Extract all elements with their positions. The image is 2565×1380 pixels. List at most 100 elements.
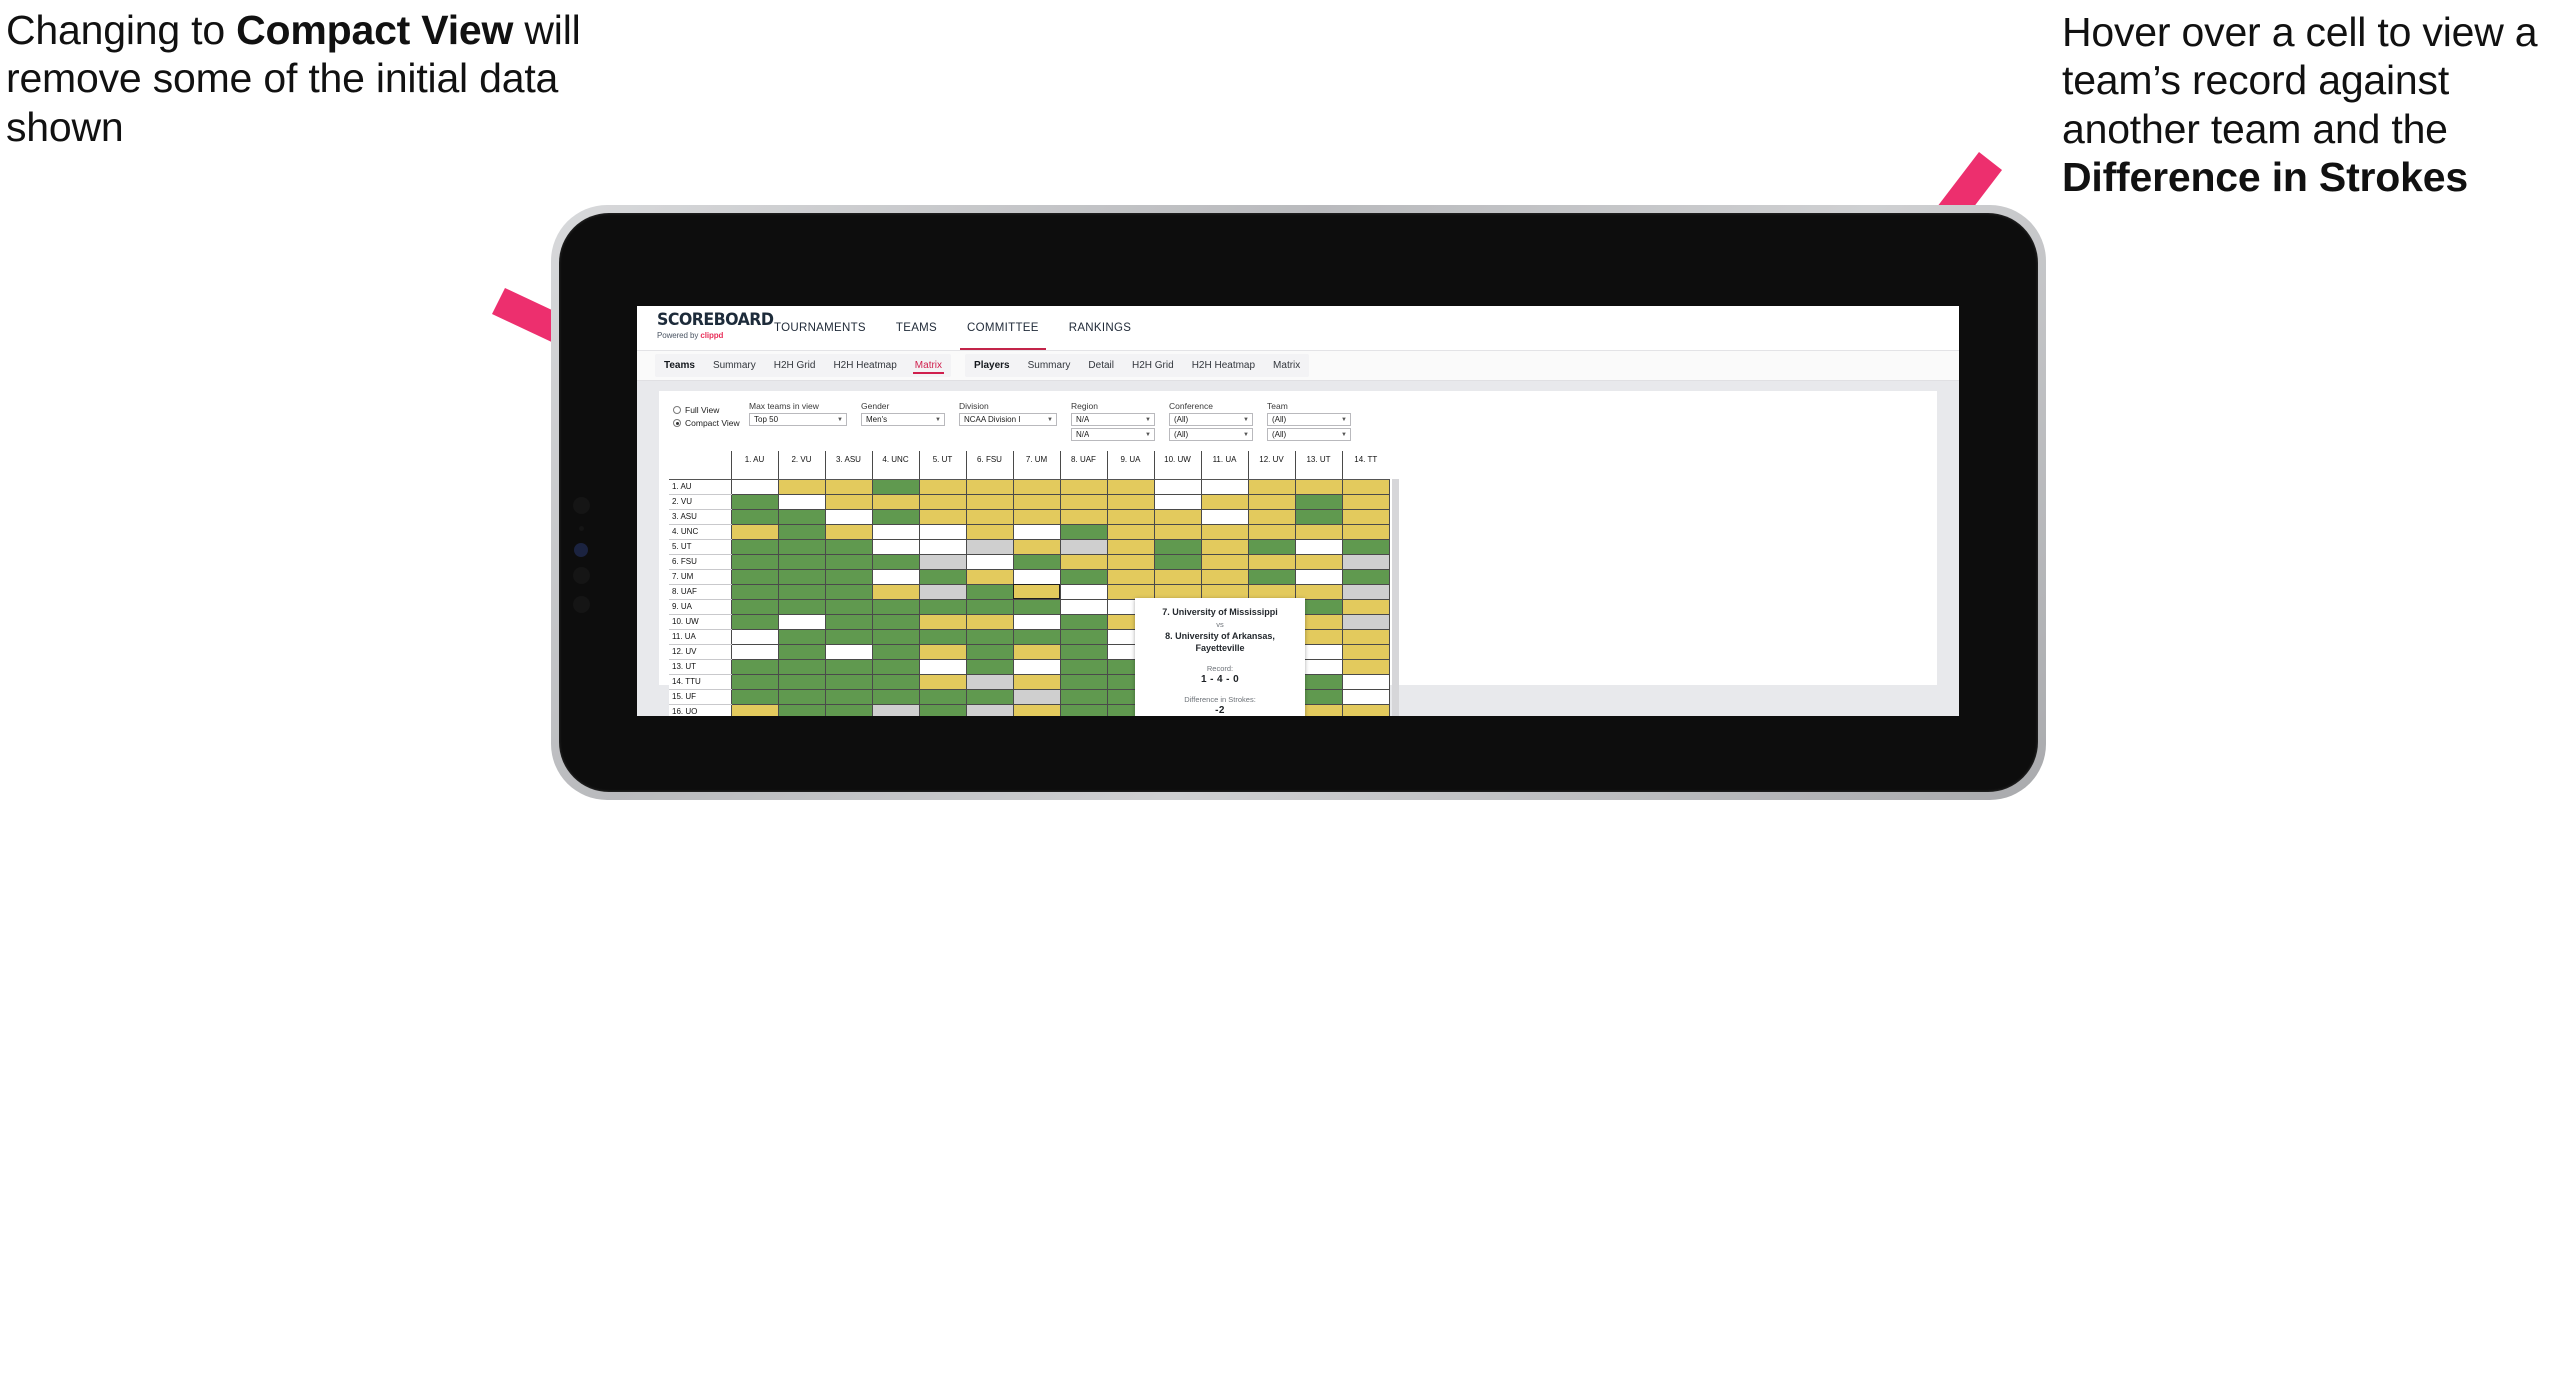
filter-region-select-1[interactable]: N/A ▼ <box>1071 413 1155 426</box>
matrix-cell[interactable] <box>1012 644 1060 660</box>
matrix-cell[interactable] <box>1294 584 1342 600</box>
matrix-cell[interactable] <box>1247 509 1295 525</box>
app-logo[interactable]: SCOREBOARD Powered by clippd <box>637 306 774 350</box>
matrix-cell[interactable] <box>1294 524 1342 540</box>
matrix-cell[interactable] <box>965 494 1013 510</box>
matrix-cell[interactable] <box>1059 539 1107 555</box>
matrix-row-header[interactable]: 2. VU <box>669 494 731 510</box>
matrix-cell[interactable] <box>1059 689 1107 705</box>
matrix-cell[interactable] <box>1247 569 1295 585</box>
matrix-col-header[interactable]: 6. FSU <box>965 451 1013 480</box>
subtab-players-h2h-heatmap[interactable]: H2H Heatmap <box>1183 354 1264 377</box>
matrix-cell[interactable] <box>918 479 966 495</box>
matrix-cell[interactable] <box>1012 479 1060 495</box>
matrix-cell[interactable] <box>918 509 966 525</box>
matrix-cell[interactable] <box>1106 479 1154 495</box>
matrix-cell[interactable] <box>965 584 1013 600</box>
matrix-cell[interactable] <box>824 479 872 495</box>
matrix-cell[interactable] <box>1153 584 1201 600</box>
matrix-row-header[interactable]: 8. UAF <box>669 584 731 600</box>
matrix-cell[interactable] <box>730 614 778 630</box>
subtab-teams-h2h-heatmap[interactable]: H2H Heatmap <box>824 354 905 377</box>
matrix-cell[interactable] <box>1294 554 1342 570</box>
matrix-col-header[interactable]: 3. ASU <box>824 451 872 480</box>
subtab-players-matrix[interactable]: Matrix <box>1264 354 1309 377</box>
subtab-players-h2h-grid[interactable]: H2H Grid <box>1123 354 1183 377</box>
matrix-cell[interactable] <box>1012 584 1060 600</box>
matrix-cell[interactable] <box>871 704 919 716</box>
nav-committee[interactable]: COMMITTEE <box>952 306 1054 350</box>
matrix-cell[interactable] <box>1247 494 1295 510</box>
subtab-players[interactable]: Players <box>965 354 1019 377</box>
matrix-cell[interactable] <box>1012 494 1060 510</box>
matrix-col-header[interactable]: 13. UT <box>1294 451 1342 480</box>
matrix-cell[interactable] <box>1341 659 1390 675</box>
matrix-cell[interactable] <box>824 689 872 705</box>
matrix-cell[interactable] <box>1059 614 1107 630</box>
matrix-col-header[interactable]: 4. UNC <box>871 451 919 480</box>
matrix-cell[interactable] <box>1341 689 1390 705</box>
matrix-cell[interactable] <box>871 629 919 645</box>
matrix-cell[interactable] <box>1059 584 1107 600</box>
matrix-cell[interactable] <box>965 674 1013 690</box>
matrix-cell[interactable] <box>1341 509 1390 525</box>
matrix-cell[interactable] <box>1153 509 1201 525</box>
subtab-teams-matrix[interactable]: Matrix <box>906 354 951 377</box>
matrix-cell[interactable] <box>871 479 919 495</box>
matrix-cell[interactable] <box>1059 479 1107 495</box>
matrix-cell[interactable] <box>1012 554 1060 570</box>
matrix-cell[interactable] <box>824 599 872 615</box>
matrix-cell[interactable] <box>1059 509 1107 525</box>
matrix-cell[interactable] <box>777 704 825 716</box>
matrix-cell[interactable] <box>1153 524 1201 540</box>
matrix-cell[interactable] <box>824 584 872 600</box>
matrix-cell[interactable] <box>918 704 966 716</box>
matrix-cell[interactable] <box>871 644 919 660</box>
matrix-col-header[interactable]: 8. UAF <box>1059 451 1107 480</box>
matrix-cell[interactable] <box>777 659 825 675</box>
matrix-cell[interactable] <box>1341 704 1390 716</box>
matrix-cell[interactable] <box>1153 494 1201 510</box>
matrix-cell[interactable] <box>777 509 825 525</box>
matrix-cell[interactable] <box>1106 524 1154 540</box>
matrix-cell[interactable] <box>1059 659 1107 675</box>
matrix-cell[interactable] <box>777 629 825 645</box>
matrix-cell[interactable] <box>730 659 778 675</box>
matrix-cell[interactable] <box>777 599 825 615</box>
matrix-cell[interactable] <box>965 659 1013 675</box>
matrix-row-header[interactable]: 11. UA <box>669 629 731 645</box>
matrix-cell[interactable] <box>824 629 872 645</box>
matrix-cell[interactable] <box>1059 704 1107 716</box>
matrix-cell[interactable] <box>1341 629 1390 645</box>
matrix-cell[interactable] <box>1294 569 1342 585</box>
matrix-cell[interactable] <box>777 689 825 705</box>
subtab-players-detail[interactable]: Detail <box>1079 354 1123 377</box>
nav-tournaments[interactable]: TOURNAMENTS <box>759 306 881 350</box>
matrix-row-header[interactable]: 13. UT <box>669 659 731 675</box>
filter-division-select[interactable]: NCAA Division I ▼ <box>959 413 1057 426</box>
matrix-vertical-scrollbar[interactable] <box>1392 479 1399 716</box>
matrix-cell[interactable] <box>1059 674 1107 690</box>
matrix-cell[interactable] <box>1106 539 1154 555</box>
matrix-cell[interactable] <box>1200 494 1248 510</box>
matrix-cell[interactable] <box>824 569 872 585</box>
matrix-cell[interactable] <box>1012 599 1060 615</box>
matrix-cell[interactable] <box>1153 554 1201 570</box>
matrix-cell[interactable] <box>871 599 919 615</box>
matrix-cell[interactable] <box>1106 569 1154 585</box>
matrix-cell[interactable] <box>1294 494 1342 510</box>
matrix-cell[interactable] <box>1341 599 1390 615</box>
matrix-cell[interactable] <box>1012 539 1060 555</box>
matrix-cell[interactable] <box>918 494 966 510</box>
matrix-cell[interactable] <box>965 554 1013 570</box>
matrix-cell[interactable] <box>965 629 1013 645</box>
filter-max-teams-select[interactable]: Top 50 ▼ <box>749 413 847 426</box>
matrix-cell[interactable] <box>965 704 1013 716</box>
matrix-cell[interactable] <box>871 539 919 555</box>
matrix-cell[interactable] <box>1341 524 1390 540</box>
matrix-cell[interactable] <box>1200 539 1248 555</box>
matrix-cell[interactable] <box>1294 479 1342 495</box>
matrix-row-header[interactable]: 15. UF <box>669 689 731 705</box>
matrix-cell[interactable] <box>777 524 825 540</box>
matrix-cell[interactable] <box>730 494 778 510</box>
